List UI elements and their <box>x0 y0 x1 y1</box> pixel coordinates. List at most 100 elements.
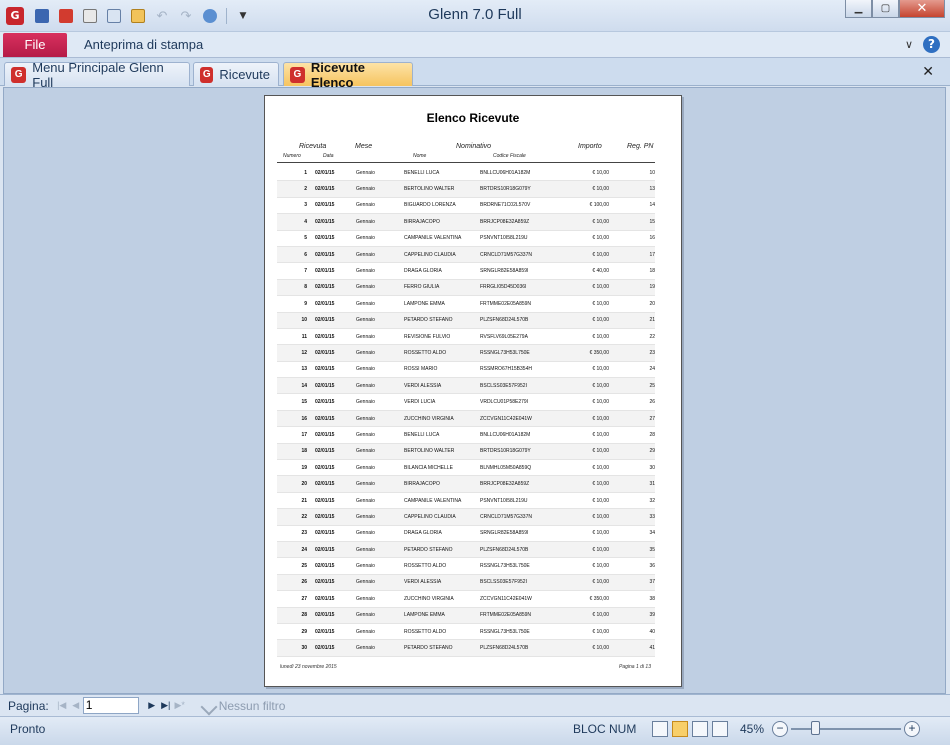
receipt-reg-pn: 13 <box>649 186 655 193</box>
ribbon-bar: File Anteprima di stampa ∨ ? <box>0 32 950 58</box>
receipt-reg-pn: 22 <box>649 333 655 340</box>
receipt-number: 14 <box>301 382 307 389</box>
design-view-icon[interactable] <box>712 721 728 737</box>
new-page-button[interactable]: ▶* <box>173 699 187 713</box>
report-page: Elenco Ricevute Ricevuta Numero Data Mes… <box>264 95 682 687</box>
receipt-month: Gennaio <box>356 563 375 570</box>
header-data: Data <box>323 153 334 159</box>
zoom-out-icon[interactable]: − <box>772 721 788 737</box>
receipt-name: BILANCIA MICHELLE <box>404 464 453 471</box>
receipt-month: Gennaio <box>356 431 375 438</box>
table-row: 3 02/01/15 Gennaio BIGUARDO LORENZA BRDRNE71… <box>277 198 655 215</box>
receipt-date: 02/01/15 <box>315 645 335 652</box>
receipt-name: BIGUARDO LORENZA <box>404 202 456 209</box>
receipt-month: Gennaio <box>356 268 375 275</box>
tab-menu-principale[interactable]: G Menu Principale Glenn Full <box>4 60 190 90</box>
page-label: Pagina: <box>8 698 49 713</box>
header-divider <box>277 162 655 163</box>
receipt-tax-code: SRNGLR82E58A859I <box>480 530 529 537</box>
receipt-amount: € 10,00 <box>592 448 609 455</box>
receipt-number: 15 <box>301 399 307 406</box>
receipt-month: Gennaio <box>356 333 375 340</box>
file-tab[interactable]: File <box>3 33 67 57</box>
report-rows: 1 02/01/15 Gennaio BENELLI LUCA BNLLCU06H01A… <box>277 165 655 657</box>
tab-ricevute[interactable]: G Ricevute <box>193 62 279 86</box>
maximize-button[interactable]: ▢ <box>872 0 899 18</box>
view-switcher <box>652 721 728 737</box>
receipt-name: BENELLI LUCA <box>404 169 440 176</box>
zoom-slider-track[interactable] <box>791 728 901 730</box>
receipt-month: Gennaio <box>356 513 375 520</box>
table-row: 9 02/01/15 Gennaio LAMPONE EMMA FRTMME02E05A… <box>277 296 655 313</box>
receipt-reg-pn: 10 <box>649 169 655 176</box>
receipt-name: VERDI LUCIA <box>404 399 436 406</box>
receipt-reg-pn: 27 <box>649 415 655 422</box>
receipt-reg-pn: 25 <box>649 382 655 389</box>
document-tabs: G Menu Principale Glenn Full G Ricevute … <box>0 58 950 90</box>
close-window-button[interactable]: ✕ <box>899 0 945 18</box>
tab-ricevute-elenco[interactable]: G Ricevute Elenco <box>283 60 413 90</box>
collapse-ribbon-icon[interactable]: ∨ <box>905 38 913 51</box>
minimize-button[interactable]: ▁ <box>845 0 872 18</box>
receipt-tax-code: PLZSFN68D24L570B <box>480 546 529 553</box>
receipt-number: 29 <box>301 628 307 635</box>
receipt-number: 22 <box>301 513 307 520</box>
header-numero: Numero <box>283 153 301 159</box>
receipt-reg-pn: 39 <box>649 612 655 619</box>
receipt-number: 1 <box>304 169 307 176</box>
receipt-number: 21 <box>301 497 307 504</box>
receipt-reg-pn: 35 <box>649 546 655 553</box>
receipt-month: Gennaio <box>356 349 375 356</box>
tab-print-preview[interactable]: Anteprima di stampa <box>84 37 203 52</box>
receipt-amount: € 10,00 <box>592 497 609 504</box>
receipt-month: Gennaio <box>356 464 375 471</box>
receipt-tax-code: PSNVNT10I58L219U <box>480 497 528 504</box>
zoom-slider-thumb[interactable] <box>811 721 820 735</box>
next-page-button[interactable]: ▶ <box>145 699 159 713</box>
table-row: 25 02/01/15 Gennaio ROSSETTO ALDO RSSNGL73H5… <box>277 558 655 575</box>
receipt-amount: € 10,00 <box>592 481 609 488</box>
print-preview-view-icon[interactable] <box>672 721 688 737</box>
receipt-amount: € 10,00 <box>592 186 609 193</box>
receipt-month: Gennaio <box>356 284 375 291</box>
receipt-month: Gennaio <box>356 530 375 537</box>
receipt-date: 02/01/15 <box>315 399 335 406</box>
receipt-amount: € 10,00 <box>592 612 609 619</box>
preview-canvas[interactable]: Elenco Ricevute Ricevuta Numero Data Mes… <box>3 87 946 694</box>
receipt-number: 4 <box>304 218 307 225</box>
layout-view-icon[interactable] <box>692 721 708 737</box>
close-tab-icon[interactable]: ✕ <box>922 64 934 80</box>
receipt-tax-code: BNLLCU06H01A182M <box>480 169 531 176</box>
receipt-tax-code: BRTDRS10R18G079Y <box>480 448 531 455</box>
receipt-number: 24 <box>301 546 307 553</box>
receipt-date: 02/01/15 <box>315 563 335 570</box>
receipt-month: Gennaio <box>356 202 375 209</box>
receipt-reg-pn: 15 <box>649 218 655 225</box>
receipt-date: 02/01/15 <box>315 546 335 553</box>
previous-page-button[interactable]: ◀ <box>69 699 83 713</box>
receipt-tax-code: SRNGLR82E58A859I <box>480 268 529 275</box>
receipt-name: PETARDO STEFANO <box>404 645 453 652</box>
page-number-input[interactable]: 1 <box>82 697 139 714</box>
table-row: 8 02/01/15 Gennaio FERRO GIULIA FRRGLI05D45D… <box>277 279 655 297</box>
table-row: 12 02/01/15 Gennaio ROSSETTO ALDO RSSNGL73H5… <box>277 345 655 362</box>
report-view-icon[interactable] <box>652 721 668 737</box>
receipt-name: PETARDO STEFANO <box>404 317 453 324</box>
last-page-button[interactable]: ▶| <box>159 699 173 713</box>
receipt-amount: € 10,00 <box>592 563 609 570</box>
receipt-reg-pn: 31 <box>649 481 655 488</box>
receipt-amount: € 10,00 <box>592 284 609 291</box>
help-icon[interactable]: ? <box>923 36 940 53</box>
receipt-amount: € 350,00 <box>589 349 609 356</box>
zoom-in-icon[interactable]: + <box>904 721 920 737</box>
receipt-name: VERDI ALESSIA <box>404 382 442 389</box>
receipt-number: 5 <box>304 235 307 242</box>
receipt-reg-pn: 29 <box>649 448 655 455</box>
filter-status[interactable]: Nessun filtro <box>201 699 286 713</box>
receipt-date: 02/01/15 <box>315 612 335 619</box>
first-page-button[interactable]: |◀ <box>55 699 69 713</box>
report-date: lunedì 23 novembre 2015 <box>280 664 337 670</box>
receipt-amount: € 10,00 <box>592 300 609 307</box>
receipt-date: 02/01/15 <box>315 628 335 635</box>
header-nome: Nome <box>413 153 427 159</box>
